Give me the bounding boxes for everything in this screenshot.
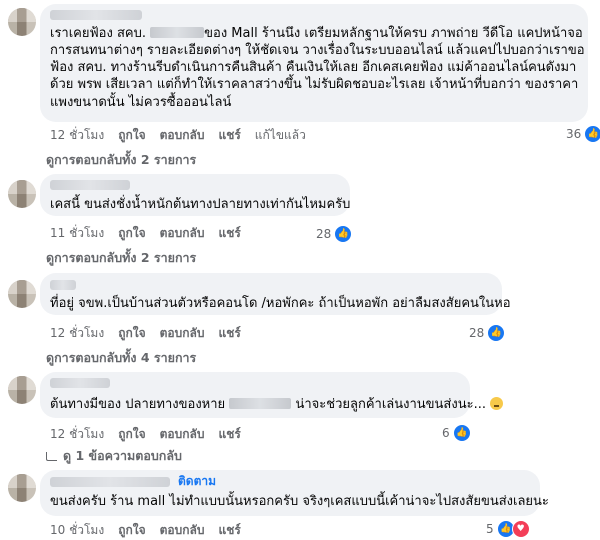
commenter-name[interactable] <box>50 10 142 20</box>
reaction-number: 28 <box>469 326 485 340</box>
comment-actions: 10 ชั่วโมง ถูกใจ ตอบกลับ แชร์ <box>50 521 241 540</box>
view-replies-link[interactable]: ดูการตอบกลับทั้ง 2 รายการ <box>46 150 196 170</box>
view-replies-label: ดู 1 ข้อความตอบกลับ <box>63 448 182 463</box>
view-replies-link[interactable]: ดูการตอบกลับทั้ง 4 รายการ <box>46 348 196 368</box>
timestamp[interactable]: 12 ชั่วโมง <box>50 425 104 444</box>
share-button[interactable]: แชร์ <box>218 126 240 145</box>
comment-text-line: ต้นทางมีของ ปลายทางของหาย น่าจะช่วยลูกค้… <box>50 396 504 413</box>
like-button[interactable]: ถูกใจ <box>118 224 145 243</box>
reply-button[interactable]: ตอบกลับ <box>160 324 205 343</box>
comment-text: ด้วย พรพ เสียเวลา แต่ก็ทำให้เราคลาสว่างข… <box>50 77 579 92</box>
reaction-count[interactable]: 28 👍 <box>469 324 506 342</box>
reaction-count[interactable]: 5 👍 ♥ <box>486 520 530 538</box>
redacted-name <box>150 27 205 38</box>
like-button[interactable]: ถูกใจ <box>118 126 145 145</box>
reaction-count[interactable]: 28 👍 <box>316 225 353 243</box>
comment-text-line: ที่อยู่ จขพ.เป็นบ้านส่วนตัวหรือคอนโด /หอ… <box>50 295 511 312</box>
timestamp[interactable]: 12 ชั่วโมง <box>50 126 104 145</box>
comment-text: แพงขนาดนั้น ไม่ควรซื้อออนไลน์ <box>50 95 232 110</box>
share-button[interactable]: แชร์ <box>218 224 240 243</box>
comment-text: การสนทนาต่างๆ รายละเอียดต่างๆ ให้ชัดเจน … <box>50 43 585 58</box>
comment-text: เราเคยฟ้อง สคบ. ของ Mall ร้านนึง เตรียมห… <box>50 26 583 41</box>
like-button[interactable]: ถูกใจ <box>118 324 145 343</box>
reaction-number: 5 <box>486 522 494 536</box>
comment-text-line: แพงขนาดนั้น ไม่ควรซื้อออนไลน์ <box>50 94 231 111</box>
timestamp[interactable]: 12 ชั่วโมง <box>50 324 104 343</box>
comment-text: เคสนี้ ขนส่งชั่งน้ำหนักต้นทางปลายทางเท่า… <box>50 197 351 212</box>
comment-text: ต้นทางมีของ ปลายทางของหาย <box>50 397 226 412</box>
view-replies-label: ดูการตอบกลับทั้ง 2 รายการ <box>46 152 197 167</box>
comment-text-line: ขนส่งครับ ร้าน mall ไม่ทำแบบนั้นหรอกครับ… <box>50 493 549 510</box>
comment-actions: 12 ชั่วโมง ถูกใจ ตอบกลับ แชร์ <box>50 425 241 444</box>
reaction-number: 6 <box>442 426 450 440</box>
comment-text-line: เราเคยฟ้อง สคบ. ของ Mall ร้านนึง เตรียมห… <box>50 25 583 42</box>
comment-text: ฟ้อง สคบ. ทางร้านรีบดำเนินการคืนสินค้า ค… <box>50 60 577 75</box>
share-button[interactable]: แชร์ <box>218 521 240 540</box>
like-icon: 👍 <box>452 424 471 442</box>
avatar[interactable] <box>8 474 36 502</box>
avatar[interactable] <box>8 180 36 208</box>
comment-actions: 12 ชั่วโมง ถูกใจ ตอบกลับ แชร์ แก้ไขแล้ว <box>50 126 306 145</box>
comment-text-line: ฟ้อง สคบ. ทางร้านรีบดำเนินการคืนสินค้า ค… <box>50 59 576 76</box>
commenter-name[interactable] <box>50 477 170 487</box>
like-icon: 👍 <box>334 225 353 243</box>
reply-button[interactable]: ตอบกลับ <box>160 425 205 444</box>
comment-actions: 11 ชั่วโมง ถูกใจ ตอบกลับ แชร์ <box>50 224 241 243</box>
reaction-number: 28 <box>316 227 332 241</box>
view-replies-link[interactable]: ดู 1 ข้อความตอบกลับ <box>46 446 182 466</box>
commenter-name[interactable] <box>50 280 76 290</box>
avatar[interactable] <box>8 280 36 308</box>
view-replies-label: ดูการตอบกลับทั้ง 4 รายการ <box>46 350 197 365</box>
view-replies-label: ดูการตอบกลับทั้ง 2 รายการ <box>46 250 197 265</box>
redacted-name <box>229 398 292 409</box>
timestamp[interactable]: 10 ชั่วโมง <box>50 521 104 540</box>
comment-text: น่าจะช่วยลูกค้าเล่นงานขนส่งนะ... <box>295 397 486 412</box>
comment-actions: 12 ชั่วโมง ถูกใจ ตอบกลับ แชร์ <box>50 324 241 343</box>
love-icon: ♥ <box>511 520 530 538</box>
reaction-count[interactable]: 6 👍 <box>442 424 471 442</box>
like-button[interactable]: ถูกใจ <box>118 425 145 444</box>
reply-button[interactable]: ตอบกลับ <box>160 521 205 540</box>
avatar[interactable] <box>8 8 36 36</box>
reply-arrow-icon <box>46 451 57 461</box>
commenter-name[interactable] <box>50 378 110 388</box>
reaction-count[interactable]: 36 👍 <box>566 125 600 143</box>
timestamp[interactable]: 11 ชั่วโมง <box>50 224 104 243</box>
avatar[interactable] <box>8 376 36 404</box>
like-icon: 👍 <box>584 125 600 143</box>
share-button[interactable]: แชร์ <box>218 324 240 343</box>
like-icon: 👍 <box>487 324 506 342</box>
follow-link[interactable]: ติดตาม <box>178 472 216 491</box>
reaction-number: 36 <box>566 127 582 141</box>
like-button[interactable]: ถูกใจ <box>118 521 145 540</box>
comment-text: ขนส่งครับ ร้าน mall ไม่ทำแบบนั้นหรอกครับ… <box>50 494 549 509</box>
commenter-name[interactable] <box>50 180 130 190</box>
sad-emoji-icon <box>490 397 504 410</box>
comment-text: ที่อยู่ จขพ.เป็นบ้านส่วนตัวหรือคอนโด /หอ… <box>50 296 511 311</box>
share-button[interactable]: แชร์ <box>218 425 240 444</box>
view-replies-link[interactable]: ดูการตอบกลับทั้ง 2 รายการ <box>46 248 196 268</box>
comment-text-line: การสนทนาต่างๆ รายละเอียดต่างๆ ให้ชัดเจน … <box>50 42 585 59</box>
comment-text-line: ด้วย พรพ เสียเวลา แต่ก็ทำให้เราคลาสว่างข… <box>50 76 578 93</box>
comment-text-line: เคสนี้ ขนส่งชั่งน้ำหนักต้นทางปลายทางเท่า… <box>50 196 350 213</box>
reply-button[interactable]: ตอบกลับ <box>160 126 205 145</box>
reply-button[interactable]: ตอบกลับ <box>160 224 205 243</box>
edited-label: แก้ไขแล้ว <box>254 128 306 142</box>
